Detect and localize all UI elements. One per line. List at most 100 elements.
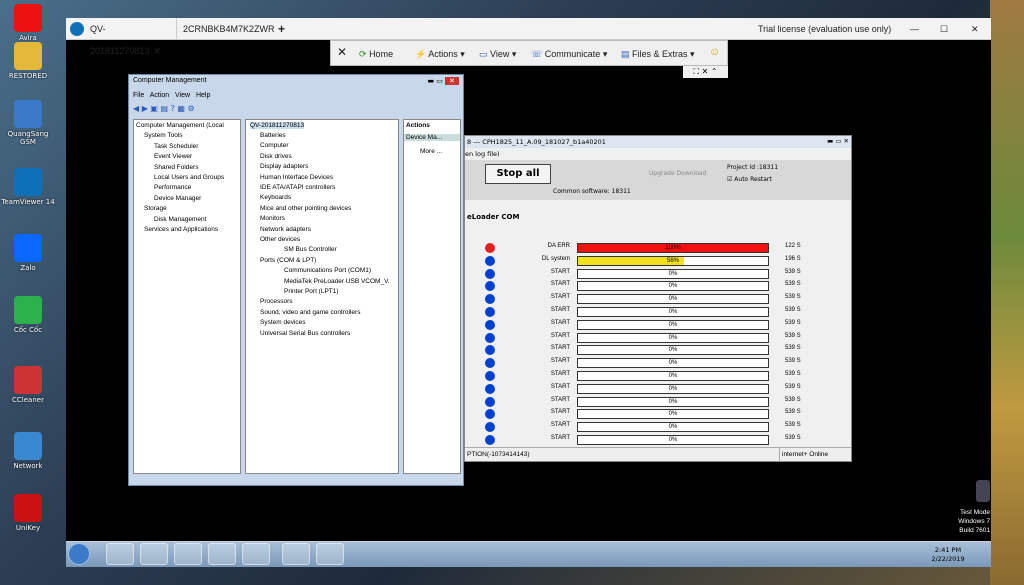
device-tree-item[interactable]: Sound, video and game controllers bbox=[260, 309, 360, 316]
system-clock[interactable]: 2:41 PM 2/22/2019 bbox=[908, 546, 988, 564]
tree-item[interactable]: Shared Folders bbox=[154, 164, 198, 171]
tree-item[interactable]: Storage bbox=[144, 205, 167, 212]
device-tree-item[interactable]: Keyboards bbox=[260, 194, 291, 201]
files-extras-button[interactable]: ▤ Files & Extras ▾ bbox=[621, 47, 695, 61]
device-tree-item[interactable]: MediaTek PreLoader USB VCOM_V. bbox=[284, 278, 390, 285]
tree-item[interactable]: System Tools bbox=[144, 132, 183, 139]
upgrade-download-radio[interactable]: Upgrade Download bbox=[649, 170, 706, 177]
auto-restart-checkbox[interactable]: ☑ Auto Restart bbox=[727, 176, 772, 183]
home-icon: ⟳ bbox=[359, 49, 367, 59]
port-status-label: START bbox=[550, 396, 570, 403]
actions-more[interactable]: More ... bbox=[420, 148, 442, 155]
desktop-icon[interactable]: QuangSang GSM bbox=[0, 100, 56, 146]
desktop-icon[interactable]: CCleaner bbox=[0, 366, 56, 404]
device-tree-item[interactable]: Mice and other pointing devices bbox=[260, 205, 351, 212]
window-controls[interactable]: ▬ ▭ ✕ bbox=[791, 137, 849, 147]
menu-help[interactable]: Help bbox=[196, 92, 210, 99]
elapsed-time: 539 S bbox=[785, 268, 801, 275]
home-button[interactable]: ⟳ Home bbox=[359, 47, 393, 61]
tab-session-2[interactable]: 2CRNBKB4M7K2ZWR bbox=[176, 18, 275, 40]
window-close-icon[interactable]: ✕ bbox=[965, 18, 979, 40]
device-tree-item[interactable]: Disk drives bbox=[260, 153, 292, 160]
progress-percent: 0% bbox=[668, 360, 678, 367]
device-tree-item[interactable]: Computer bbox=[260, 142, 289, 149]
device-tree-item[interactable]: Human Interface Devices bbox=[260, 174, 333, 181]
status-dot-icon bbox=[485, 294, 495, 305]
close-icon[interactable]: ✕ bbox=[153, 46, 161, 56]
desktop-icon[interactable]: TeamViewer 14 bbox=[0, 168, 56, 206]
teamviewer-panel-handle[interactable] bbox=[976, 480, 990, 502]
device-tree-item[interactable]: Network adapters bbox=[260, 226, 311, 233]
taskbar-zalo-icon[interactable] bbox=[208, 543, 236, 565]
taskbar-computer-management-icon[interactable] bbox=[316, 543, 344, 565]
progress-bar: 0% bbox=[577, 383, 769, 394]
device-tree-item[interactable]: Monitors bbox=[260, 215, 285, 222]
start-button[interactable] bbox=[68, 543, 90, 565]
view-button[interactable]: ▭ View ▾ bbox=[479, 47, 516, 61]
tree-item[interactable]: Device Manager bbox=[154, 195, 201, 202]
port-status-label: START bbox=[550, 358, 570, 365]
port-row: START 0% 539 S bbox=[485, 421, 845, 433]
device-tree-item[interactable]: IDE ATA/ATAPI controllers bbox=[260, 184, 335, 191]
desktop-icon[interactable]: Zalo bbox=[0, 234, 56, 272]
device-tree-item[interactable]: Communications Port (COM1) bbox=[284, 267, 371, 274]
tree-item[interactable]: Services and Applications bbox=[144, 226, 218, 233]
tree-item[interactable]: Performance bbox=[154, 184, 191, 191]
maximize-icon[interactable]: ☐ bbox=[934, 18, 948, 40]
elapsed-time: 539 S bbox=[785, 396, 801, 403]
progress-percent: 0% bbox=[668, 334, 678, 341]
feedback-smile-icon[interactable]: ☺ bbox=[709, 45, 720, 59]
minimize-icon[interactable]: — bbox=[904, 18, 919, 40]
app-icon bbox=[14, 432, 42, 460]
device-tree-item[interactable]: SM Bus Controller bbox=[284, 246, 337, 253]
tree-item[interactable]: Local Users and Groups bbox=[154, 174, 224, 181]
desktop-icon[interactable]: RESTORED bbox=[0, 42, 56, 80]
window-title: Computer Management bbox=[133, 77, 207, 84]
toolbar-icons[interactable]: ◀ ▶ ▣ ▤ ? ▦ ⚙ bbox=[133, 104, 459, 116]
progress-bar: 0% bbox=[577, 345, 769, 356]
close-session-icon[interactable]: ✕ bbox=[337, 45, 347, 59]
device-tree-item[interactable]: System devices bbox=[260, 319, 306, 326]
device-tree-item[interactable]: Universal Serial Bus controllers bbox=[260, 330, 350, 337]
progress-percent: 0% bbox=[668, 385, 678, 392]
device-tree-item[interactable]: Display adapters bbox=[260, 163, 308, 170]
status-dot-icon bbox=[485, 319, 495, 330]
communicate-button[interactable]: ☏ Communicate ▾ bbox=[531, 47, 607, 61]
test-mode-watermark: Test Mode Windows 7 Build 7601 bbox=[958, 509, 990, 534]
progress-bar: 56% bbox=[577, 255, 769, 266]
desktop-icon[interactable]: Cốc Cốc bbox=[0, 296, 56, 334]
menu-file[interactable]: File bbox=[133, 92, 144, 99]
menu-view[interactable]: View bbox=[175, 92, 190, 99]
device-root[interactable]: QV-201811270813 bbox=[250, 122, 305, 129]
device-tree-item[interactable]: Batteries bbox=[260, 132, 286, 139]
progress-bar: 0% bbox=[577, 358, 769, 369]
device-tree-item[interactable]: Printer Port (LPT1) bbox=[284, 288, 339, 295]
port-status-label: START bbox=[550, 281, 570, 288]
window-controls[interactable]: ▬ ▭ ✕ bbox=[399, 77, 459, 87]
tree-item[interactable]: Task Scheduler bbox=[154, 143, 198, 150]
menu-action[interactable]: Action bbox=[150, 92, 169, 99]
taskbar-coccoc-icon[interactable] bbox=[106, 543, 134, 565]
tree-item[interactable]: Event Viewer bbox=[154, 153, 192, 160]
status-dot-icon bbox=[485, 422, 495, 433]
actions-button[interactable]: ⚡ Actions ▾ bbox=[415, 47, 465, 61]
toolbar-controls[interactable]: ⛶ ✕ ⌃ bbox=[683, 66, 728, 78]
device-tree-item[interactable]: Ports (COM & LPT) bbox=[260, 257, 316, 264]
progress-percent: 0% bbox=[668, 373, 678, 379]
tree-item[interactable]: Computer Management (Local bbox=[136, 122, 224, 129]
port-row: START 0% 539 S bbox=[485, 383, 845, 395]
desktop-icon[interactable]: Avira bbox=[0, 4, 56, 42]
actions-device-manager[interactable]: Device Ma... bbox=[404, 134, 460, 141]
stop-all-button[interactable]: Stop all bbox=[485, 164, 551, 184]
tree-item[interactable]: Disk Management bbox=[154, 216, 206, 223]
taskbar-teamviewer-icon[interactable] bbox=[242, 543, 270, 565]
taskbar-explorer-icon[interactable] bbox=[140, 543, 168, 565]
desktop-icon[interactable]: Network bbox=[0, 432, 56, 470]
desktop-icon[interactable]: UniKey bbox=[0, 494, 56, 532]
tab-session-1[interactable]: QV-201811270813 ✕ bbox=[84, 18, 172, 56]
taskbar-tool-icon[interactable] bbox=[282, 543, 310, 565]
device-tree-item[interactable]: Processors bbox=[260, 298, 293, 305]
device-tree-item[interactable]: Other devices bbox=[260, 236, 300, 243]
add-tab-icon[interactable]: + bbox=[272, 18, 285, 40]
taskbar-folder-icon[interactable] bbox=[174, 543, 202, 565]
